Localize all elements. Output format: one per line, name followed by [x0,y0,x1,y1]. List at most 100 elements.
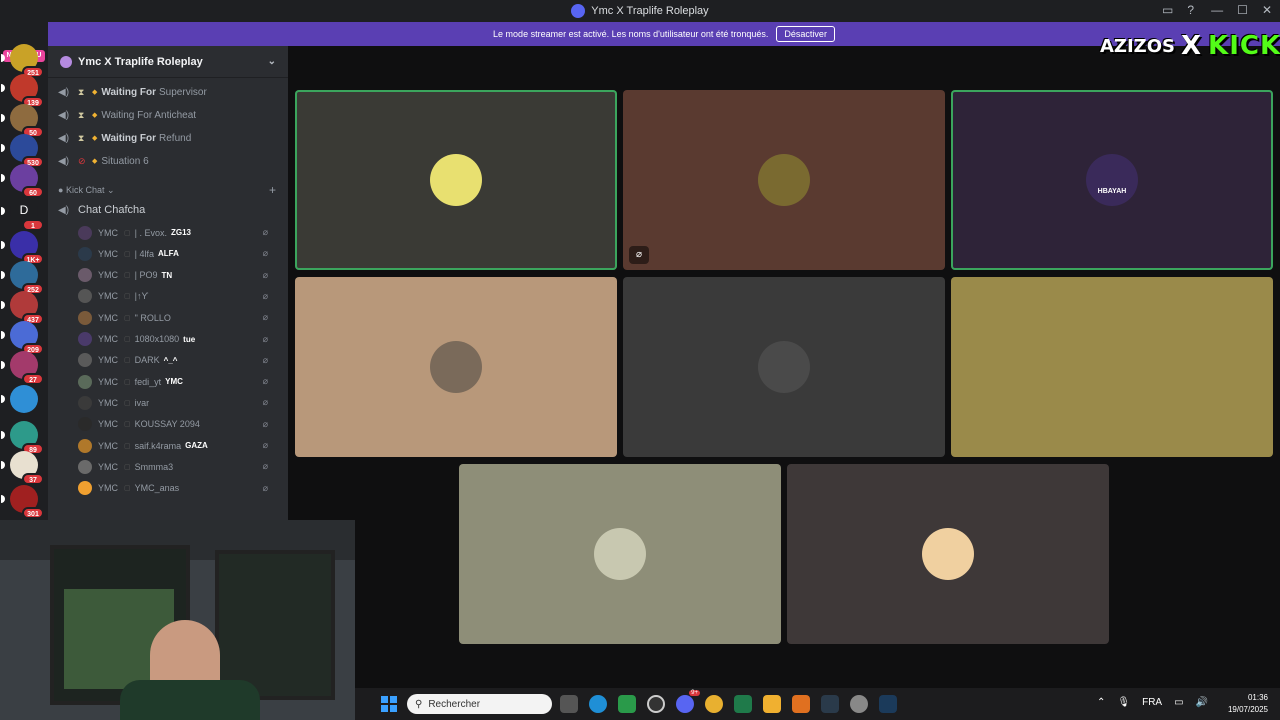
voice-member[interactable]: YMC ▢ ivar ⌀ [78,393,278,412]
channel-sidebar: Ymc X Traplife Roleplay ⌄ ● Kick Chat ⌄ … [48,46,288,520]
task-view-icon[interactable] [560,695,578,713]
participant-avatar [922,528,974,580]
video-tile-3[interactable] [295,277,617,457]
video-tile-5[interactable] [951,277,1273,457]
unread-indicator [1,207,5,215]
server-icon-8[interactable]: 437 [1,291,44,325]
settings-icon[interactable] [850,695,868,713]
avatar [78,332,92,346]
file-explorer-icon[interactable] [763,695,781,713]
unread-indicator [1,331,5,339]
voice-channel-chat-chafcha[interactable]: ◀) Chat Chafcha [58,200,145,220]
mic-muted-icon: ⌀ [629,246,649,264]
server-icon-2[interactable]: 50 [1,104,44,138]
voice-member[interactable]: YMC ▢ DARK ^_^ ⌀ [78,351,278,370]
video-tile-0[interactable] [295,90,617,270]
minimize-button[interactable]: — [1211,3,1223,17]
member-tag: YMC [98,291,118,302]
taskbar-search[interactable]: ⚲ Rechercher [407,694,552,714]
voice-member[interactable]: YMC ▢ saif.k4rama GAZA ⌀ [78,436,278,455]
voice-channel-3[interactable]: ◀) ⊘ ◆ Situation 6 [58,151,149,171]
participant-avatar [758,154,810,206]
server-icon-13[interactable]: 37 [1,451,44,485]
kick-app-icon[interactable] [734,695,752,713]
video-tile-2[interactable]: HBAYAH [951,90,1273,270]
server-icon-9[interactable]: 209 [1,321,44,355]
app-a-icon[interactable] [792,695,810,713]
streamer-mode-text: Le mode streamer est activé. Les noms d'… [493,29,769,39]
voice-member[interactable]: YMC ▢ " ROLLO ⌀ [78,308,278,327]
video-tile-1[interactable]: ⌀ [623,90,945,270]
voice-channel-0[interactable]: ◀) ⧗ ◆ Waiting For Supervisor [58,82,207,102]
voice-member[interactable]: YMC ▢ 1080x1080 tue ⌀ [78,330,278,349]
tag-box-icon: ▢ [124,314,131,322]
help-icon[interactable]: ? [1187,3,1194,17]
maximize-button[interactable]: ☐ [1237,3,1248,17]
avatar [78,310,92,325]
nox-icon[interactable] [821,695,839,713]
disable-streamer-mode-button[interactable]: Désactiver [776,26,835,42]
microphone-icon[interactable]: 🎙 [1117,697,1130,708]
edge-icon[interactable] [589,695,607,713]
network-icon[interactable]: ▭ [1174,697,1183,708]
github-icon[interactable] [647,695,665,713]
clock[interactable]: 01:36 19/07/2025 [1228,692,1268,716]
video-tile-6[interactable] [459,464,781,644]
voice-member[interactable]: YMC ▢ | 4lfa ALFA ⌀ [78,244,278,263]
steam-icon[interactable] [879,695,897,713]
voice-channel-1[interactable]: ◀) ⧗ ◆ Waiting For Anticheat [58,105,196,125]
voice-member[interactable]: YMC ▢ |↑ϒ ⌀ [78,287,278,306]
tag-box-icon: ▢ [124,485,131,493]
member-flair: YMC [165,377,183,387]
server-icon-6[interactable]: 1K+ [1,231,44,265]
server-icon-14[interactable]: 301 [1,485,44,519]
participant-avatar [594,528,646,580]
voice-member[interactable]: YMC ▢ KOUSSAY 2094 ⌀ [78,415,278,434]
mention-badge: 27 [22,373,44,385]
server-icon-5[interactable]: D1 [1,197,44,231]
volume-icon[interactable]: 🔊 [1196,697,1208,708]
server-rail: NOUVEAU 2511395053060D11K+25243720927893… [0,22,48,520]
windows-start-icon[interactable] [381,696,397,712]
unread-indicator [1,301,5,309]
chevron-up-icon[interactable]: ⌃ [1097,697,1105,708]
add-channel-icon[interactable]: + [269,183,276,197]
mic-muted-icon: ⌀ [262,461,268,472]
avatar-label: HBAYAH [1097,188,1127,195]
category-kick-chat[interactable]: ● Kick Chat ⌄ [58,185,115,196]
start-pane [390,696,397,703]
voice-channel-2[interactable]: ◀) ⧗ ◆ Waiting For Refund [58,128,191,148]
close-button[interactable]: ✕ [1262,3,1272,17]
member-tag: YMC [98,227,118,238]
voice-member[interactable]: YMC ▢ fedi_yt YMC ⌀ [78,372,278,391]
system-tray: ⌃ 🎙 FRA ▭ 🔊 [1097,697,1208,708]
mic-muted-icon: ⌀ [262,482,268,493]
streamer-webcam [0,520,355,720]
server-icon-7[interactable]: 252 [1,261,44,295]
chevron-down-icon[interactable]: ⌄ [268,56,276,67]
server-header[interactable]: Ymc X Traplife Roleplay ⌄ [48,46,288,78]
server-icon-4[interactable]: 60 [1,164,44,198]
voice-member[interactable]: YMC ▢ | PO9 TN ⌀ [78,266,278,285]
voice-member[interactable]: YMC ▢ YMC_anas ⌀ [78,479,278,498]
member-flair: ZG13 [170,228,191,237]
screen-share-icon[interactable]: ▭ [1162,3,1173,17]
mic-muted-icon: ⌀ [262,290,268,301]
voice-member[interactable]: YMC ▢ | . Evox. ZG13 ⌀ [78,223,278,242]
lang-indicator[interactable]: FRA [1142,697,1162,708]
discord-taskbar-icon[interactable]: 9+ [676,690,700,713]
server-icon-0[interactable]: 251 [1,44,44,78]
video-tile-4[interactable] [623,277,945,457]
server-icon-10[interactable]: 27 [1,351,44,385]
video-tile-7[interactable] [787,464,1109,644]
chrome-icon[interactable] [705,695,723,713]
mic-muted-icon: ⌀ [262,269,268,280]
mention-badge: 1 [22,219,44,231]
voice-member[interactable]: YMC ▢ Smmma3 ⌀ [78,457,278,476]
server-icon-11[interactable] [1,385,38,413]
server-icon-3[interactable]: 530 [1,134,44,168]
avatar [78,481,92,496]
server-icon-1[interactable]: 139 [1,74,44,108]
store-icon[interactable] [618,695,636,713]
server-icon-12[interactable]: 89 [1,421,44,455]
